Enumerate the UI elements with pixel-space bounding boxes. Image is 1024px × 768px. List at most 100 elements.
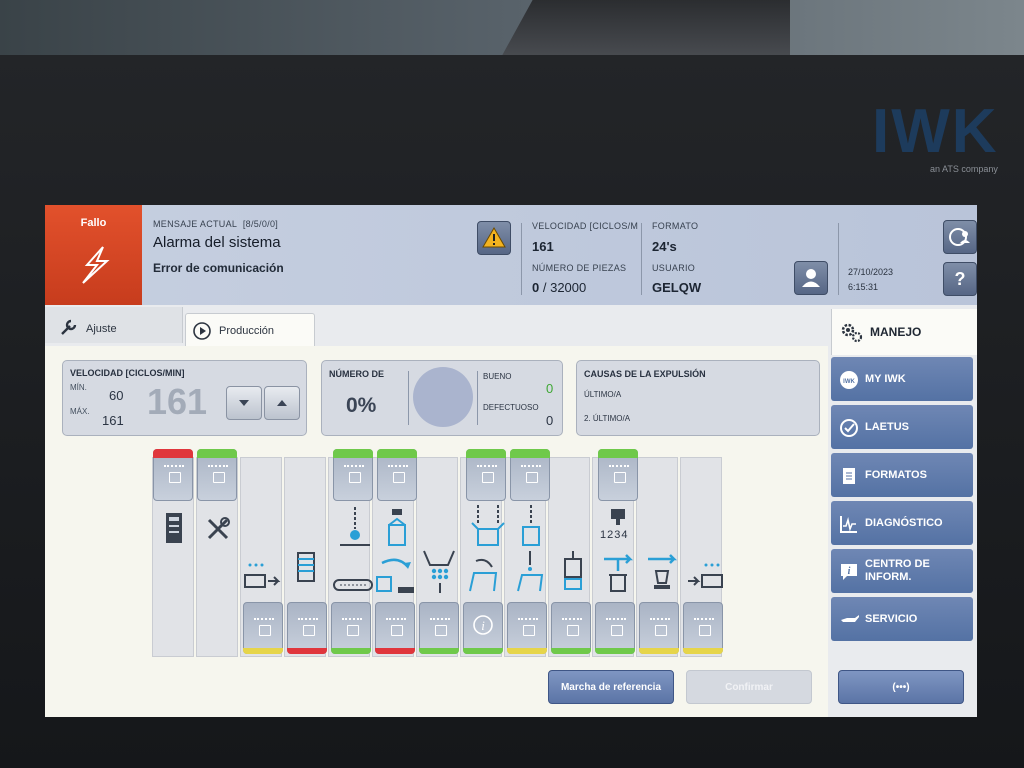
triangle-down-icon	[239, 400, 249, 406]
sidebar-item-label: CENTRO DE INFORM.	[865, 558, 930, 583]
time-display: 6:15:31	[848, 282, 879, 292]
sample-pusher-icon	[648, 554, 678, 589]
station-tile-bottom[interactable]	[287, 602, 327, 654]
message-label: MENSAJE ACTUAL	[153, 219, 238, 229]
triangle-up-icon	[277, 400, 287, 406]
status-header: Fallo MENSAJE ACTUAL [8/5/0/0] Alarma de…	[45, 205, 977, 305]
production-panel: VELOCIDAD [CICLOS/MIN] MÍN. 60 MÁX. 161 …	[45, 346, 828, 717]
chain-conveyor-icon	[333, 579, 373, 591]
iwk-logo: IWK	[872, 97, 999, 166]
fault-label: Fallo	[80, 217, 107, 229]
current-speed: 161	[147, 381, 208, 422]
oil-can-icon	[841, 615, 859, 622]
sidebar-item-laetus[interactable]: LAETUS	[831, 405, 973, 449]
sidebar-item-diagnostico[interactable]: DIAGNÓSTICO	[831, 501, 973, 545]
station-tile-bottom[interactable]	[595, 602, 635, 654]
station-code: 1234	[600, 529, 629, 541]
sidebar-item-label: LAETUS	[865, 420, 909, 433]
speed-card: VELOCIDAD [CICLOS/MIN] MÍN. 60 MÁX. 161 …	[62, 360, 307, 436]
min-value: 60	[109, 388, 124, 403]
divider	[641, 223, 642, 295]
carton-insert-icon	[522, 505, 540, 546]
alarm-title: Alarma del sistema	[153, 234, 281, 251]
good-value: 0	[546, 381, 554, 396]
printer-station-icon	[611, 509, 625, 525]
tablet-feeder-icon	[423, 550, 455, 593]
bad-label: DEFECTUOSO	[483, 403, 539, 412]
liquid-dosing-icon	[340, 507, 370, 546]
station-tile-top[interactable]	[598, 449, 638, 501]
svg-text:IWK: IWK	[843, 379, 855, 385]
card-title: VELOCIDAD [CICLOS/MIN]	[70, 368, 185, 378]
speed-value: 161	[532, 239, 554, 254]
ejection-card: CAUSAS DE LA EXPULSIÓN ÚLTIMO/A 2. ÚLTIM…	[576, 360, 820, 436]
station-tile-bottom[interactable]	[331, 602, 371, 654]
min-label: MÍN.	[70, 383, 87, 392]
sidebar-item-my-iwk[interactable]: IWK MY IWK	[831, 357, 973, 401]
station-tile-bottom[interactable]	[683, 602, 723, 654]
tools-icon	[207, 517, 230, 540]
sidebar-item-servicio[interactable]: SERVICIO	[831, 597, 973, 641]
divider	[408, 371, 409, 425]
station-tile-bottom[interactable]	[419, 602, 459, 654]
help-button[interactable]: ?	[943, 262, 977, 296]
pieces-current: 0	[532, 280, 540, 295]
warning-button[interactable]	[477, 221, 511, 255]
message-code: [8/5/0/0]	[242, 219, 279, 229]
user-label: USUARIO	[652, 263, 696, 273]
leaflet-insert-icon	[469, 558, 498, 592]
fault-indicator[interactable]: Fallo	[45, 205, 142, 305]
tab-produccion[interactable]: Producción	[185, 313, 315, 348]
alarm-detail: Error de comunicación	[153, 261, 284, 275]
station-tile-top[interactable]	[333, 449, 373, 501]
sidebar-item-label: FORMATOS	[865, 468, 927, 481]
station-tile-bottom[interactable]	[507, 602, 547, 654]
info-icon: i	[841, 564, 857, 580]
format-value: 24's	[652, 239, 677, 254]
station-tile-top[interactable]	[466, 449, 506, 501]
station-tile-bottom[interactable]	[639, 602, 679, 654]
pieces-label: NÚMERO DE PIEZAS	[532, 263, 627, 273]
sidebar-header: MANEJO	[831, 309, 977, 355]
reference-run-button[interactable]: Marcha de referencia	[548, 670, 674, 704]
document-icon	[843, 468, 855, 484]
percent-value: 0%	[346, 394, 377, 417]
camera-check-icon	[564, 551, 582, 590]
user-value: GELQW	[652, 280, 702, 295]
speed-up-button[interactable]	[264, 386, 300, 420]
station-tile-bottom[interactable]	[243, 602, 283, 654]
tab-ajuste[interactable]: Ajuste	[45, 307, 183, 343]
card-title: NÚMERO DE	[329, 369, 385, 379]
blister-magazine-icon	[297, 552, 315, 582]
more-options-button[interactable]: (•••)	[838, 670, 964, 704]
station-tile-top[interactable]	[377, 449, 417, 501]
infeed-conveyor-icon	[244, 563, 281, 588]
reject-bin-icon	[604, 554, 634, 592]
globe-user-icon	[949, 228, 970, 246]
station-tile-top[interactable]	[510, 449, 550, 501]
transfer-station-icon	[376, 558, 414, 593]
max-value: 161	[102, 413, 124, 428]
speed-label: VELOCIDAD [CICLOS/M	[532, 221, 639, 231]
station-tile-top[interactable]	[197, 449, 237, 501]
confirm-button[interactable]: Confirmar	[686, 670, 812, 704]
language-button[interactable]	[943, 220, 977, 254]
ats-tagline: an ATS company	[930, 164, 998, 174]
warning-icon	[482, 227, 506, 248]
bad-value: 0	[546, 413, 554, 428]
sidebar-item-formatos[interactable]: FORMATOS	[831, 453, 973, 497]
station-tile-top[interactable]	[153, 449, 193, 501]
tab-label: Producción	[219, 325, 275, 337]
sidebar-item-centro-de-inform[interactable]: i CENTRO DE INFORM.	[831, 549, 973, 593]
user-button[interactable]	[794, 261, 828, 295]
sidebar-item-label: DIAGNÓSTICO	[865, 516, 943, 529]
last-cause-label: ÚLTIMO/A	[584, 390, 622, 399]
speed-down-button[interactable]	[226, 386, 262, 420]
carton-erecting-icon	[471, 505, 505, 546]
station-tile-bottom[interactable]	[375, 602, 415, 654]
station-tile-bottom[interactable]	[551, 602, 591, 654]
station-tile-info[interactable]: i	[463, 602, 503, 654]
wrench-icon	[61, 319, 77, 335]
outfeed-conveyor-icon	[688, 563, 723, 588]
svg-text:i: i	[848, 566, 851, 577]
